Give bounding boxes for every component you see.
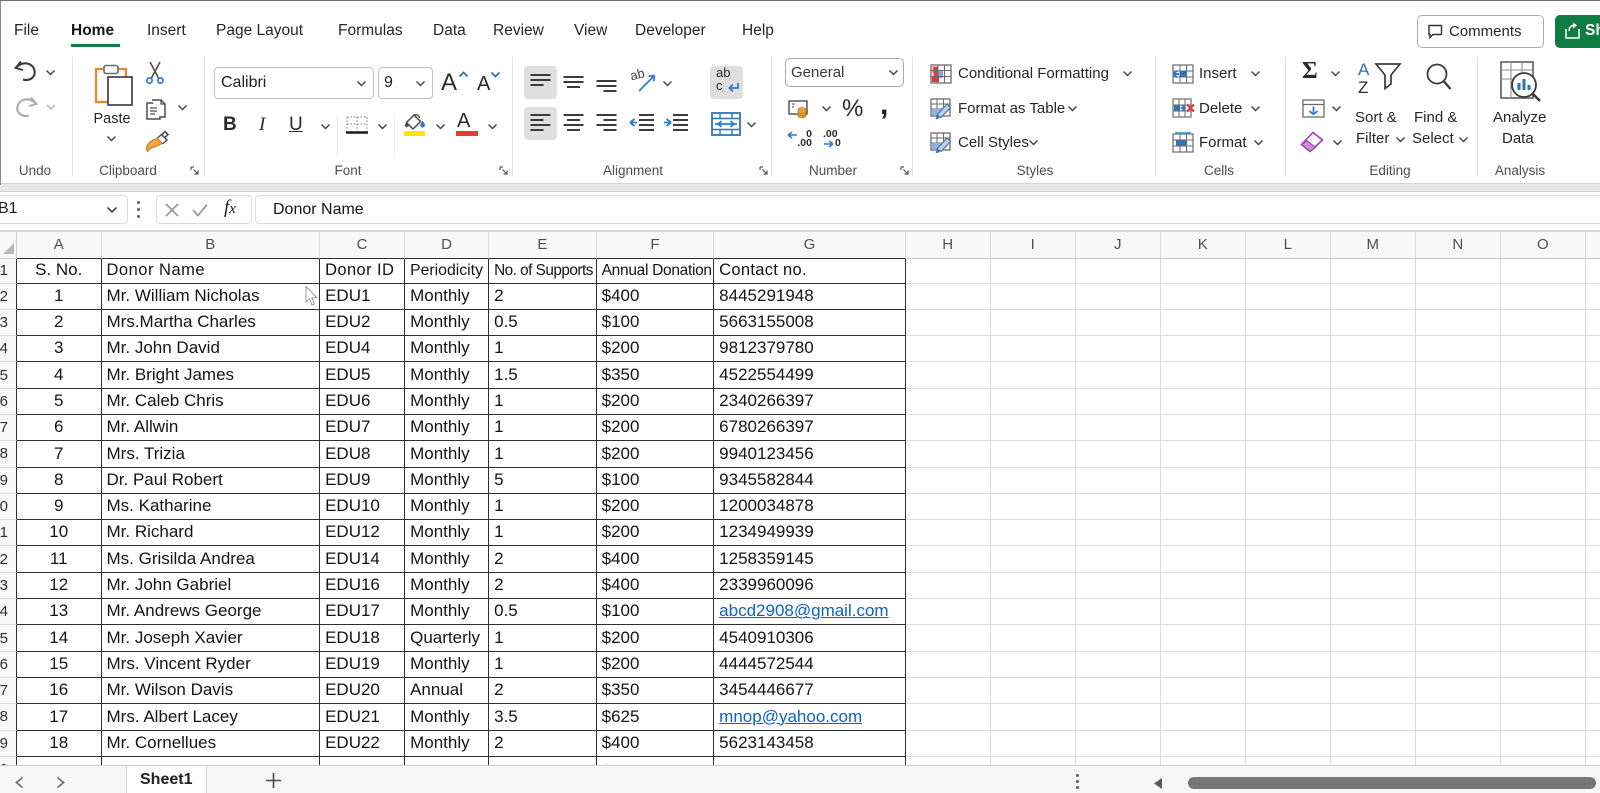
svg-text:ab: ab (631, 68, 646, 83)
